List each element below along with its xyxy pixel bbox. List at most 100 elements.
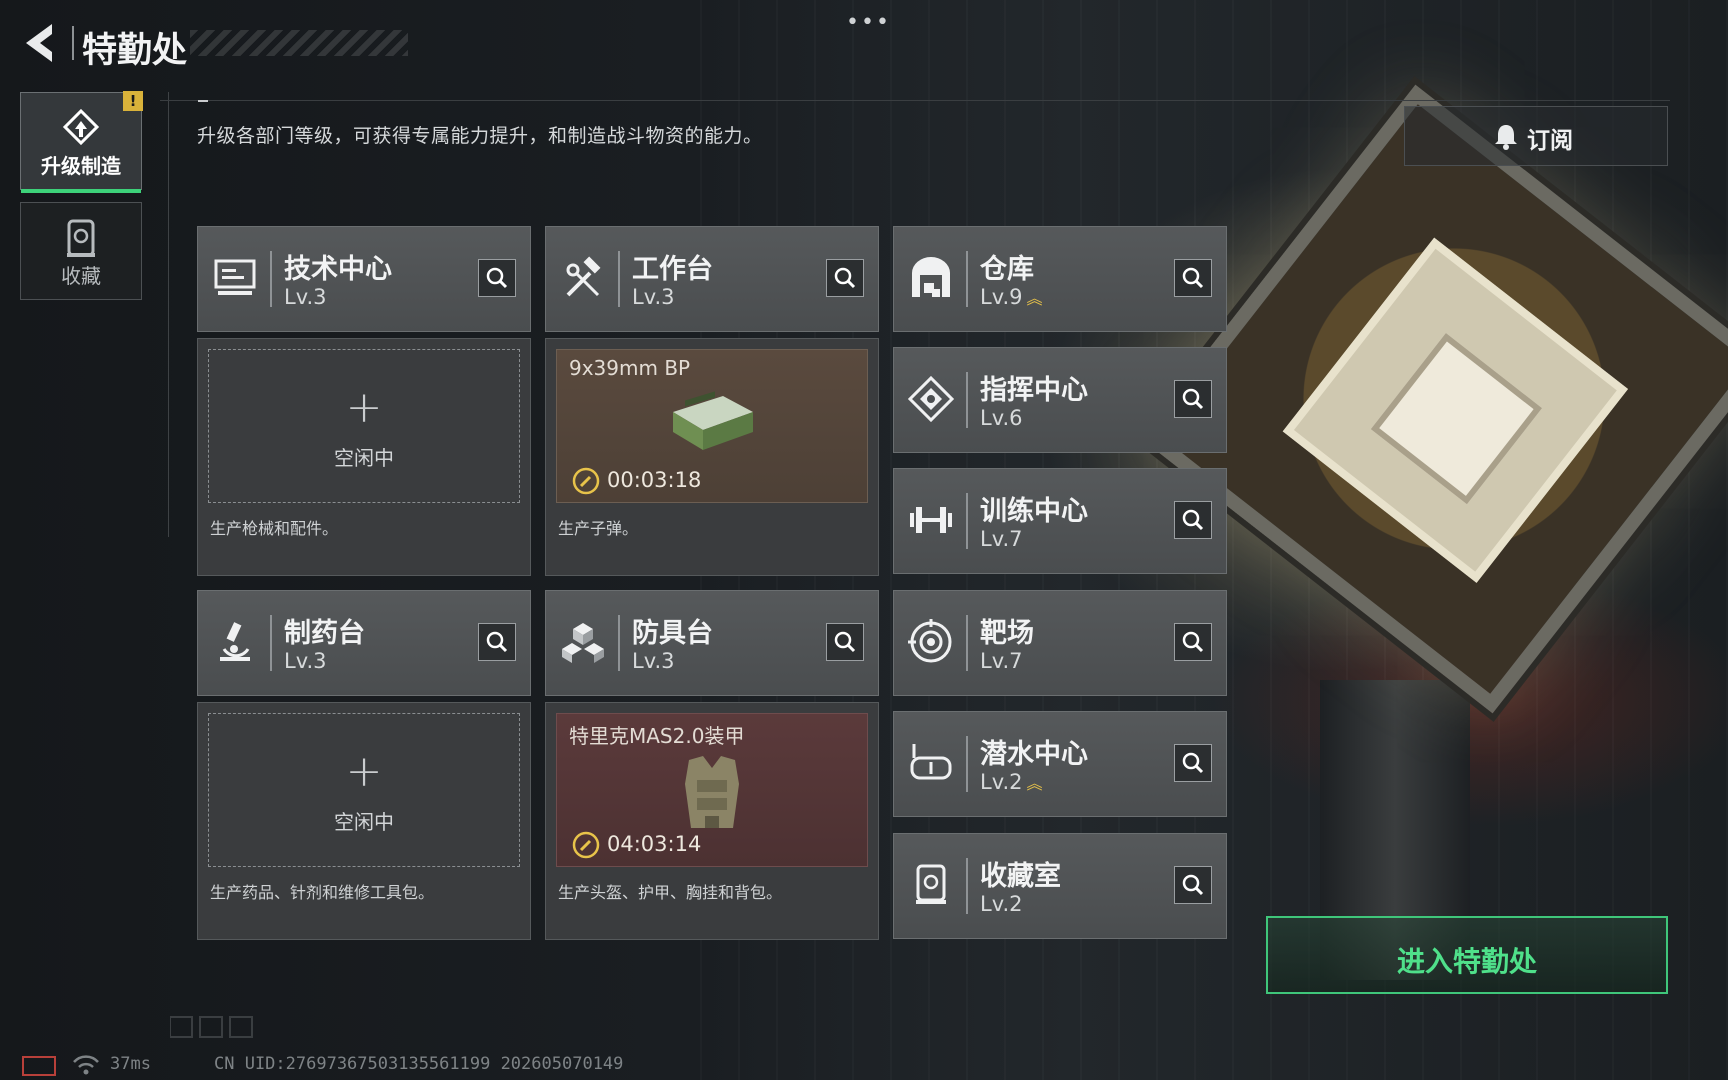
cube-core <box>1370 333 1543 505</box>
facility-card-training-center[interactable]: 训练中心 Lv.7 <box>893 468 1227 574</box>
cube-inner <box>1282 237 1629 583</box>
search-button[interactable] <box>1174 744 1212 782</box>
card-separator <box>966 493 968 549</box>
search-icon <box>1182 267 1204 289</box>
plus-icon: + <box>345 746 383 797</box>
search-icon <box>834 631 856 653</box>
upgrade-available-icon: ︽ <box>1026 289 1043 308</box>
uid-text: CN UID:276973675031355611​99 20260507014… <box>214 1054 624 1074</box>
production-slot[interactable]: 特里克MAS2.0装甲 04:03:14 <box>556 713 868 867</box>
facility-card-collection-room[interactable]: 收藏室 Lv.2 <box>893 833 1227 939</box>
level-text: Lv.7 <box>980 527 1023 551</box>
item-name: 特里克MAS2.0装甲 <box>569 724 745 748</box>
wrench-timer-icon <box>572 831 600 859</box>
search-button[interactable] <box>478 259 516 297</box>
production-timer: 00:03:18 <box>607 468 702 492</box>
search-button[interactable] <box>826 259 864 297</box>
level-text: Lv.2 <box>980 892 1023 916</box>
department-caption: 生产枪械和配件。 <box>210 519 339 538</box>
target-icon <box>908 619 952 663</box>
ping-text: 37ms <box>110 1054 151 1074</box>
level-text: Lv.3 <box>284 285 327 309</box>
department-slot-tech-center: + 空闲中 生产枪械和配件。 <box>197 338 531 576</box>
department-slot-pharmacy: + 空闲中 生产药品、针剂和维修工具包。 <box>197 702 531 940</box>
level-text: Lv.3 <box>632 285 675 309</box>
department-level: Lv.3 <box>284 285 327 309</box>
alert-badge: ! <box>123 91 143 111</box>
facility-card-shooting-range[interactable]: 靶场 Lv.7 <box>893 590 1227 696</box>
collection-room-icon <box>916 864 946 904</box>
cubes-icon <box>562 623 604 663</box>
facility-card-warehouse[interactable]: 仓库 Lv.9 ︽ <box>893 226 1227 332</box>
subscribe-button[interactable]: 订阅 <box>1404 106 1668 166</box>
facility-name: 潜水中心 <box>980 739 1088 770</box>
facility-level: Lv.6 <box>980 406 1023 430</box>
item-name: 9x39mm BP <box>569 356 691 380</box>
facility-card-command-center[interactable]: 指挥中心 Lv.6 <box>893 347 1227 453</box>
enter-button[interactable]: 进入特勤处 <box>1266 916 1668 994</box>
idle-label: 空闲中 <box>334 446 394 470</box>
facility-name: 收藏室 <box>980 861 1061 892</box>
tools-icon <box>566 256 601 297</box>
production-slot[interactable]: 9x39mm BP 00:03:18 <box>556 349 868 503</box>
facility-name: 指挥中心 <box>980 375 1088 406</box>
search-button[interactable] <box>826 623 864 661</box>
facility-name: 靶场 <box>980 618 1034 649</box>
back-arrow-icon <box>26 24 52 62</box>
idle-slot[interactable]: + 空闲中 <box>208 713 520 867</box>
department-card-armor-bench[interactable]: 防具台 Lv.3 <box>545 590 879 696</box>
production-timer: 04:03:14 <box>607 832 702 856</box>
search-icon <box>1182 631 1204 653</box>
department-name: 技术中心 <box>284 254 392 285</box>
department-card-pharmacy[interactable]: 制药台 Lv.3 <box>197 590 531 696</box>
top-menu-dots[interactable]: ••• <box>846 10 891 35</box>
department-name: 制药台 <box>284 618 365 649</box>
subscribe-label: 订阅 <box>1527 128 1573 154</box>
card-separator <box>270 615 272 671</box>
guide-line-horizontal <box>160 100 1670 101</box>
facility-level: Lv.7 <box>980 649 1023 673</box>
search-icon <box>1182 388 1204 410</box>
nav-item-upgrade[interactable]: ! 升级制造 <box>20 91 143 193</box>
search-button[interactable] <box>1174 380 1212 418</box>
facility-card-diving-center[interactable]: 潜水中心 Lv.2 ︽ <box>893 711 1227 817</box>
card-separator <box>270 251 272 307</box>
nav-label-upgrade: 升级制造 <box>41 154 121 178</box>
search-button[interactable] <box>1174 259 1212 297</box>
search-button[interactable] <box>1174 866 1212 904</box>
facility-name: 仓库 <box>980 254 1034 285</box>
page-title: 特勤处 <box>82 31 188 71</box>
wifi-icon <box>73 1055 99 1075</box>
department-level: Lv.3 <box>632 649 675 673</box>
card-separator <box>966 858 968 914</box>
facility-name: 训练中心 <box>980 496 1088 527</box>
level-text: Lv.3 <box>632 649 675 673</box>
department-caption: 生产药品、针剂和维修工具包。 <box>210 883 435 902</box>
search-icon <box>486 267 508 289</box>
department-card-tech-center[interactable]: 技术中心 Lv.3 <box>197 226 531 332</box>
department-slot-armor-bench: 特里克MAS2.0装甲 04:03:14 生产头盔、护甲、胸挂和背包。 <box>545 702 879 940</box>
facility-level: Lv.9 ︽ <box>980 285 1043 309</box>
idle-slot[interactable]: + 空闲中 <box>208 349 520 503</box>
department-name: 防具台 <box>632 618 713 649</box>
wrench-timer-icon <box>572 467 600 495</box>
idle-label: 空闲中 <box>334 810 394 834</box>
collection-icon <box>67 219 95 257</box>
facility-level: Lv.2 ︽ <box>980 770 1043 794</box>
command-icon <box>908 376 954 422</box>
search-button[interactable] <box>1174 623 1212 661</box>
warehouse-icon <box>912 257 950 297</box>
back-button[interactable] <box>18 18 62 68</box>
nav-item-collection[interactable]: 收藏 <box>20 202 142 300</box>
level-text: Lv.3 <box>284 649 327 673</box>
department-level: Lv.3 <box>284 649 327 673</box>
search-button[interactable] <box>1174 501 1212 539</box>
diving-mask-icon <box>910 744 952 780</box>
department-card-workbench[interactable]: 工作台 Lv.3 <box>545 226 879 332</box>
facility-level: Lv.7 <box>980 527 1023 551</box>
microscope-icon <box>220 622 250 661</box>
active-indicator <box>21 189 141 193</box>
card-separator <box>966 615 968 671</box>
card-separator <box>966 736 968 792</box>
search-button[interactable] <box>478 623 516 661</box>
